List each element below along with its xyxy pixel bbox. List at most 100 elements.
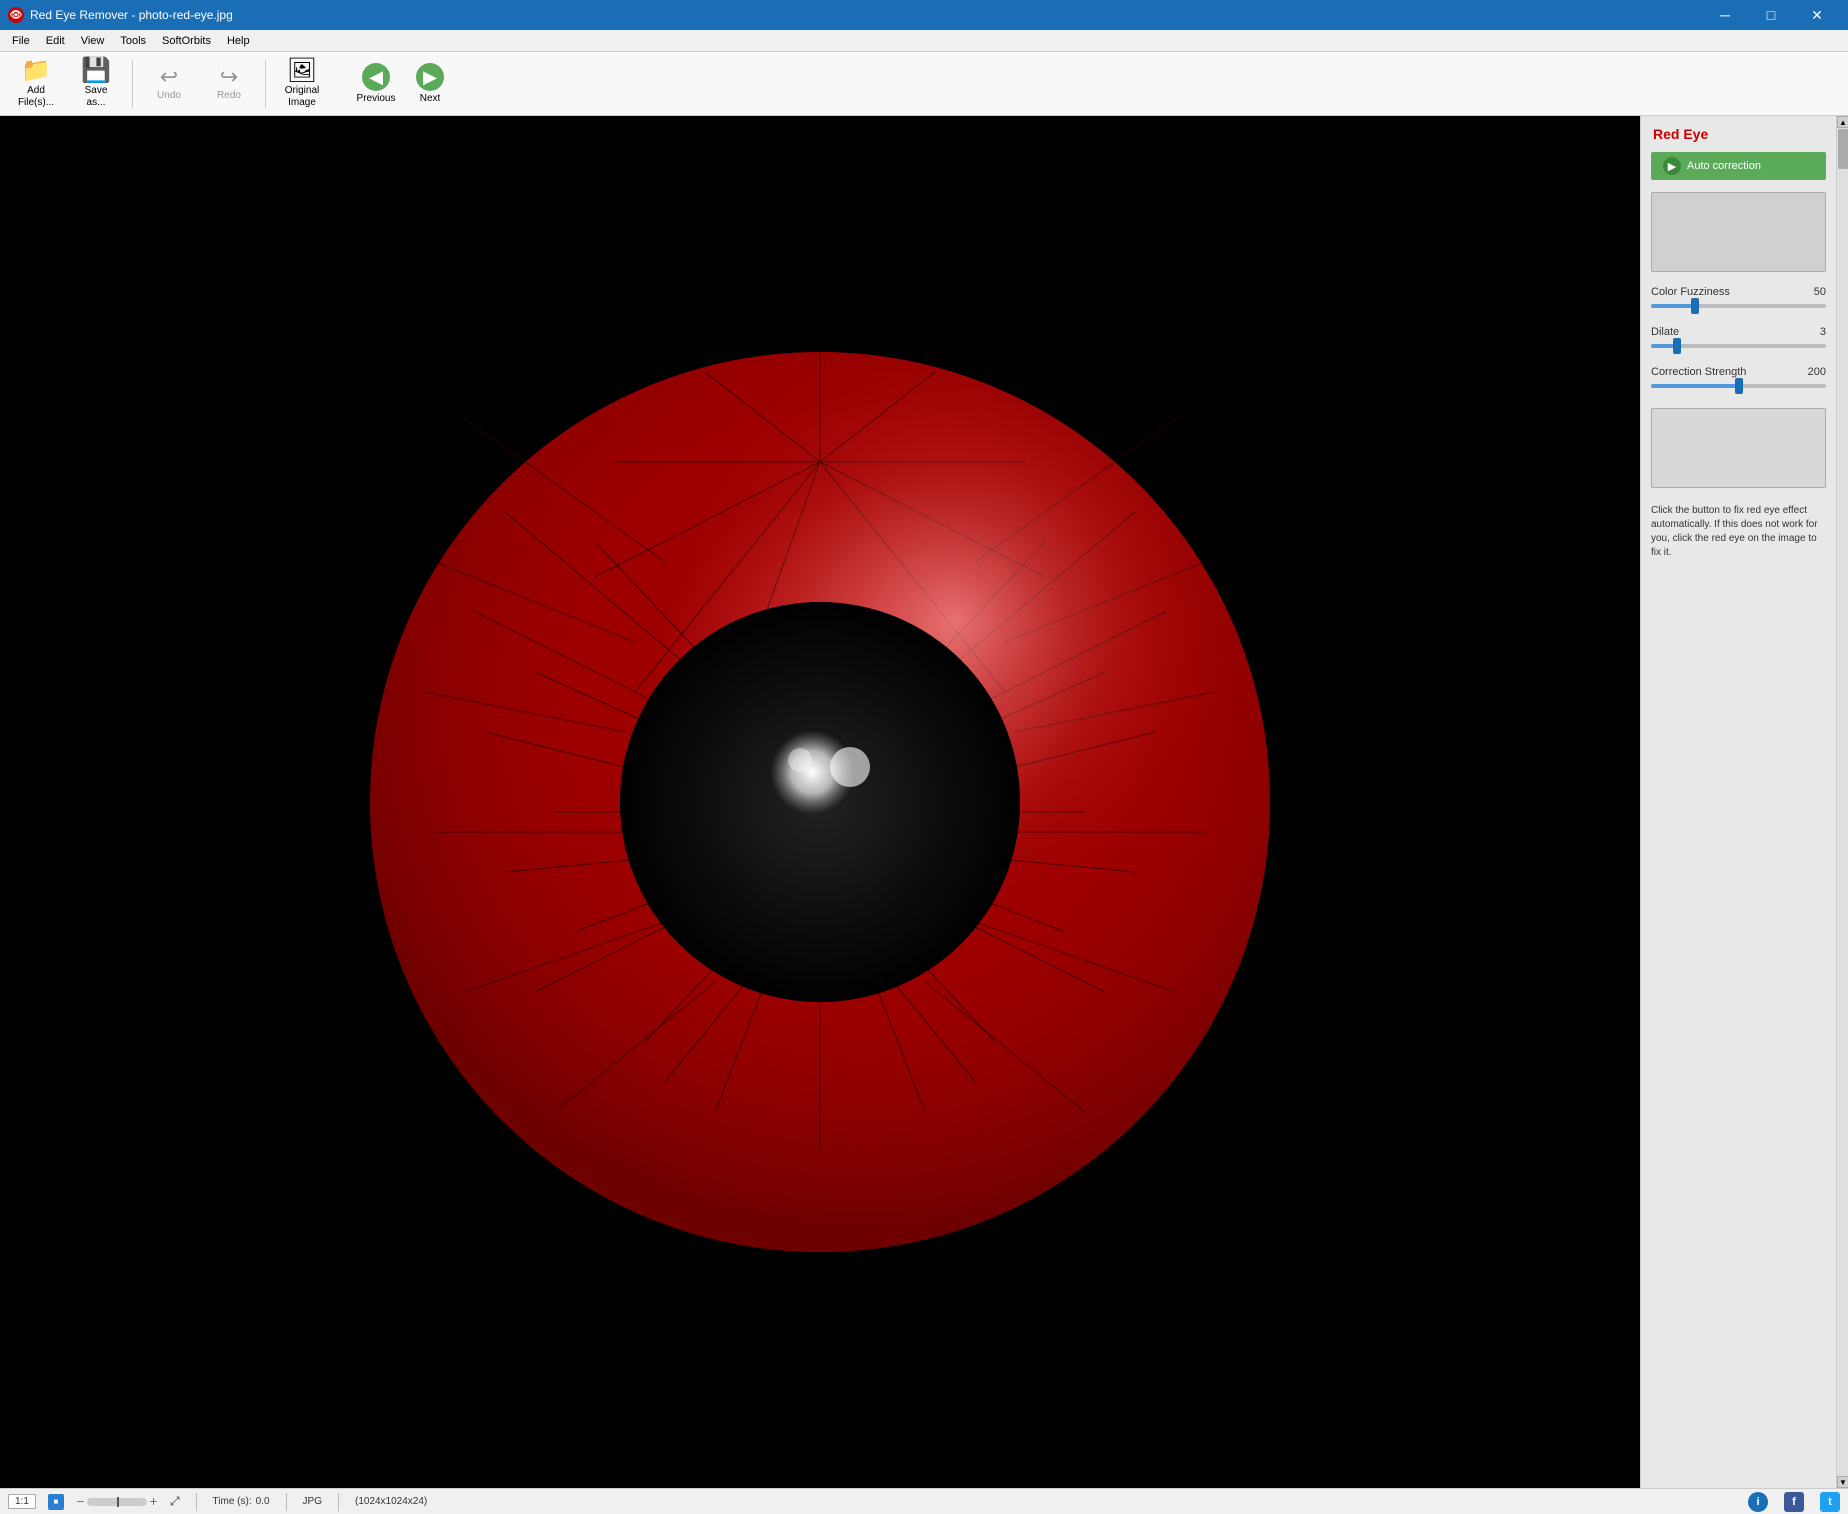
next-button[interactable]: ▶ Next [404,56,456,112]
menu-softorbits[interactable]: SoftOrbits [154,30,219,52]
color-fuzziness-fill [1651,304,1695,308]
status-bar: 1:1 ■ － ＋ ⤢ Time (s): 0.0 JPG (1024x1024… [0,1488,1848,1514]
facebook-icon: f [1792,1496,1796,1508]
color-fuzziness-label-row: Color Fuzziness 50 [1651,286,1826,298]
undo-button[interactable]: ↩ Undo [141,56,197,112]
previous-label: Previous [357,93,396,104]
color-fuzziness-section: Color Fuzziness 50 [1641,280,1836,320]
dilate-thumb[interactable] [1673,338,1681,354]
menu-file[interactable]: File [4,30,38,52]
title-bar: 👁 Red Eye Remover - photo-red-eye.jpg ─ … [0,0,1848,30]
menu-view[interactable]: View [73,30,113,52]
toolbar: 📁 AddFile(s)... 💾 Saveas... ↩ Undo ↪ Red… [0,52,1848,116]
time-label: Time (s): [213,1496,252,1507]
toolbar-separator-2 [265,60,266,108]
scroll-up-button[interactable]: ▲ [1837,116,1848,128]
status-right: i f t [1748,1492,1840,1512]
toolbar-separator-1 [132,60,133,108]
main-area: Red Eye ▶ Auto correction Color Fuzzines… [0,116,1848,1488]
color-picker-icon: ■ [53,1497,58,1506]
window-title: Red Eye Remover - photo-red-eye.jpg [30,8,233,22]
correction-strength-section: Correction Strength 200 [1641,360,1836,400]
dilate-track[interactable] [1651,344,1826,348]
dilate-label: Dilate [1651,326,1679,338]
fit-icon[interactable]: ⤢ [170,1494,180,1509]
facebook-button[interactable]: f [1784,1492,1804,1512]
correction-strength-thumb[interactable] [1735,378,1743,394]
info-button[interactable]: i [1748,1492,1768,1512]
menu-edit[interactable]: Edit [38,30,73,52]
add-files-icon: 📁 [21,59,51,83]
correction-strength-value: 200 [1808,366,1826,378]
zoom-value: 1:1 [8,1494,36,1509]
redo-button[interactable]: ↪ Redo [201,56,257,112]
after-preview [1651,408,1826,488]
dilate-value: 3 [1820,326,1826,338]
next-label: Next [420,93,441,104]
format-display: JPG [303,1496,322,1507]
status-sep-2 [286,1493,287,1511]
title-bar-left: 👁 Red Eye Remover - photo-red-eye.jpg [8,7,233,23]
panel-title: Red Eye [1641,116,1836,148]
color-fuzziness-value: 50 [1814,286,1826,298]
menu-tools[interactable]: Tools [112,30,154,52]
color-fuzziness-thumb[interactable] [1691,298,1699,314]
zoom-minus-icon[interactable]: － [76,1495,85,1508]
instruction-text: Click the button to fix red eye effect a… [1641,496,1836,568]
auto-correction-label: Auto correction [1687,160,1761,172]
add-files-label: AddFile(s)... [18,85,54,109]
redo-label: Redo [217,90,241,101]
original-image-label: OriginalImage [285,85,319,109]
maximize-button[interactable]: □ [1748,0,1794,30]
undo-icon: ↩ [160,66,178,88]
close-button[interactable]: ✕ [1794,0,1840,30]
save-as-icon: 💾 [81,59,111,83]
save-as-button[interactable]: 💾 Saveas... [68,56,124,112]
color-picker-indicator[interactable]: ■ [48,1494,64,1510]
twitter-button[interactable]: t [1820,1492,1840,1512]
info-icon: i [1756,1496,1759,1508]
scroll-track[interactable] [1837,128,1848,1476]
previous-button[interactable]: ◀ Previous [350,56,402,112]
correction-strength-label-row: Correction Strength 200 [1651,366,1826,378]
scroll-down-button[interactable]: ▼ [1837,1476,1848,1488]
correction-strength-label: Correction Strength [1651,366,1746,378]
auto-correction-button[interactable]: ▶ Auto correction [1651,152,1826,180]
menu-help[interactable]: Help [219,30,258,52]
right-panel: Red Eye ▶ Auto correction Color Fuzzines… [1640,116,1836,1488]
save-as-label: Saveas... [85,85,108,109]
eye-svg [355,116,1285,1488]
canvas-area[interactable] [0,116,1640,1488]
zoom-slider-thumb[interactable] [117,1497,119,1507]
correction-strength-track[interactable] [1651,384,1826,388]
minimize-button[interactable]: ─ [1702,0,1748,30]
color-fuzziness-track[interactable] [1651,304,1826,308]
add-files-button[interactable]: 📁 AddFile(s)... [8,56,64,112]
next-arrow-icon: ▶ [416,63,444,91]
app-icon: 👁 [8,7,24,23]
zoom-control: － ＋ [76,1495,158,1508]
correction-strength-fill [1651,384,1739,388]
nav-buttons: ◀ Previous ▶ Next [350,56,456,112]
status-sep-1 [196,1493,197,1511]
menu-bar: File Edit View Tools SoftOrbits Help [0,30,1848,52]
time-value: 0.0 [256,1496,270,1507]
panel-scrollbar[interactable]: ▲ ▼ [1836,116,1848,1488]
before-preview [1651,192,1826,272]
zoom-level: 1:1 [8,1494,36,1509]
original-image-button[interactable]: 🖼 OriginalImage [274,56,330,112]
scroll-thumb[interactable] [1838,129,1848,169]
window-controls: ─ □ ✕ [1702,0,1840,30]
zoom-plus-icon[interactable]: ＋ [149,1495,158,1508]
eye-image-container[interactable] [0,116,1640,1488]
undo-label: Undo [157,90,181,101]
twitter-icon: t [1828,1496,1832,1508]
color-fuzziness-label: Color Fuzziness [1651,286,1730,298]
dimensions-display: (1024x1024x24) [355,1496,427,1507]
previous-arrow-icon: ◀ [362,63,390,91]
zoom-slider-track[interactable] [87,1498,147,1506]
dilate-section: Dilate 3 [1641,320,1836,360]
auto-correction-icon: ▶ [1663,157,1681,175]
original-image-icon: 🖼 [287,59,317,83]
redo-icon: ↪ [220,66,238,88]
